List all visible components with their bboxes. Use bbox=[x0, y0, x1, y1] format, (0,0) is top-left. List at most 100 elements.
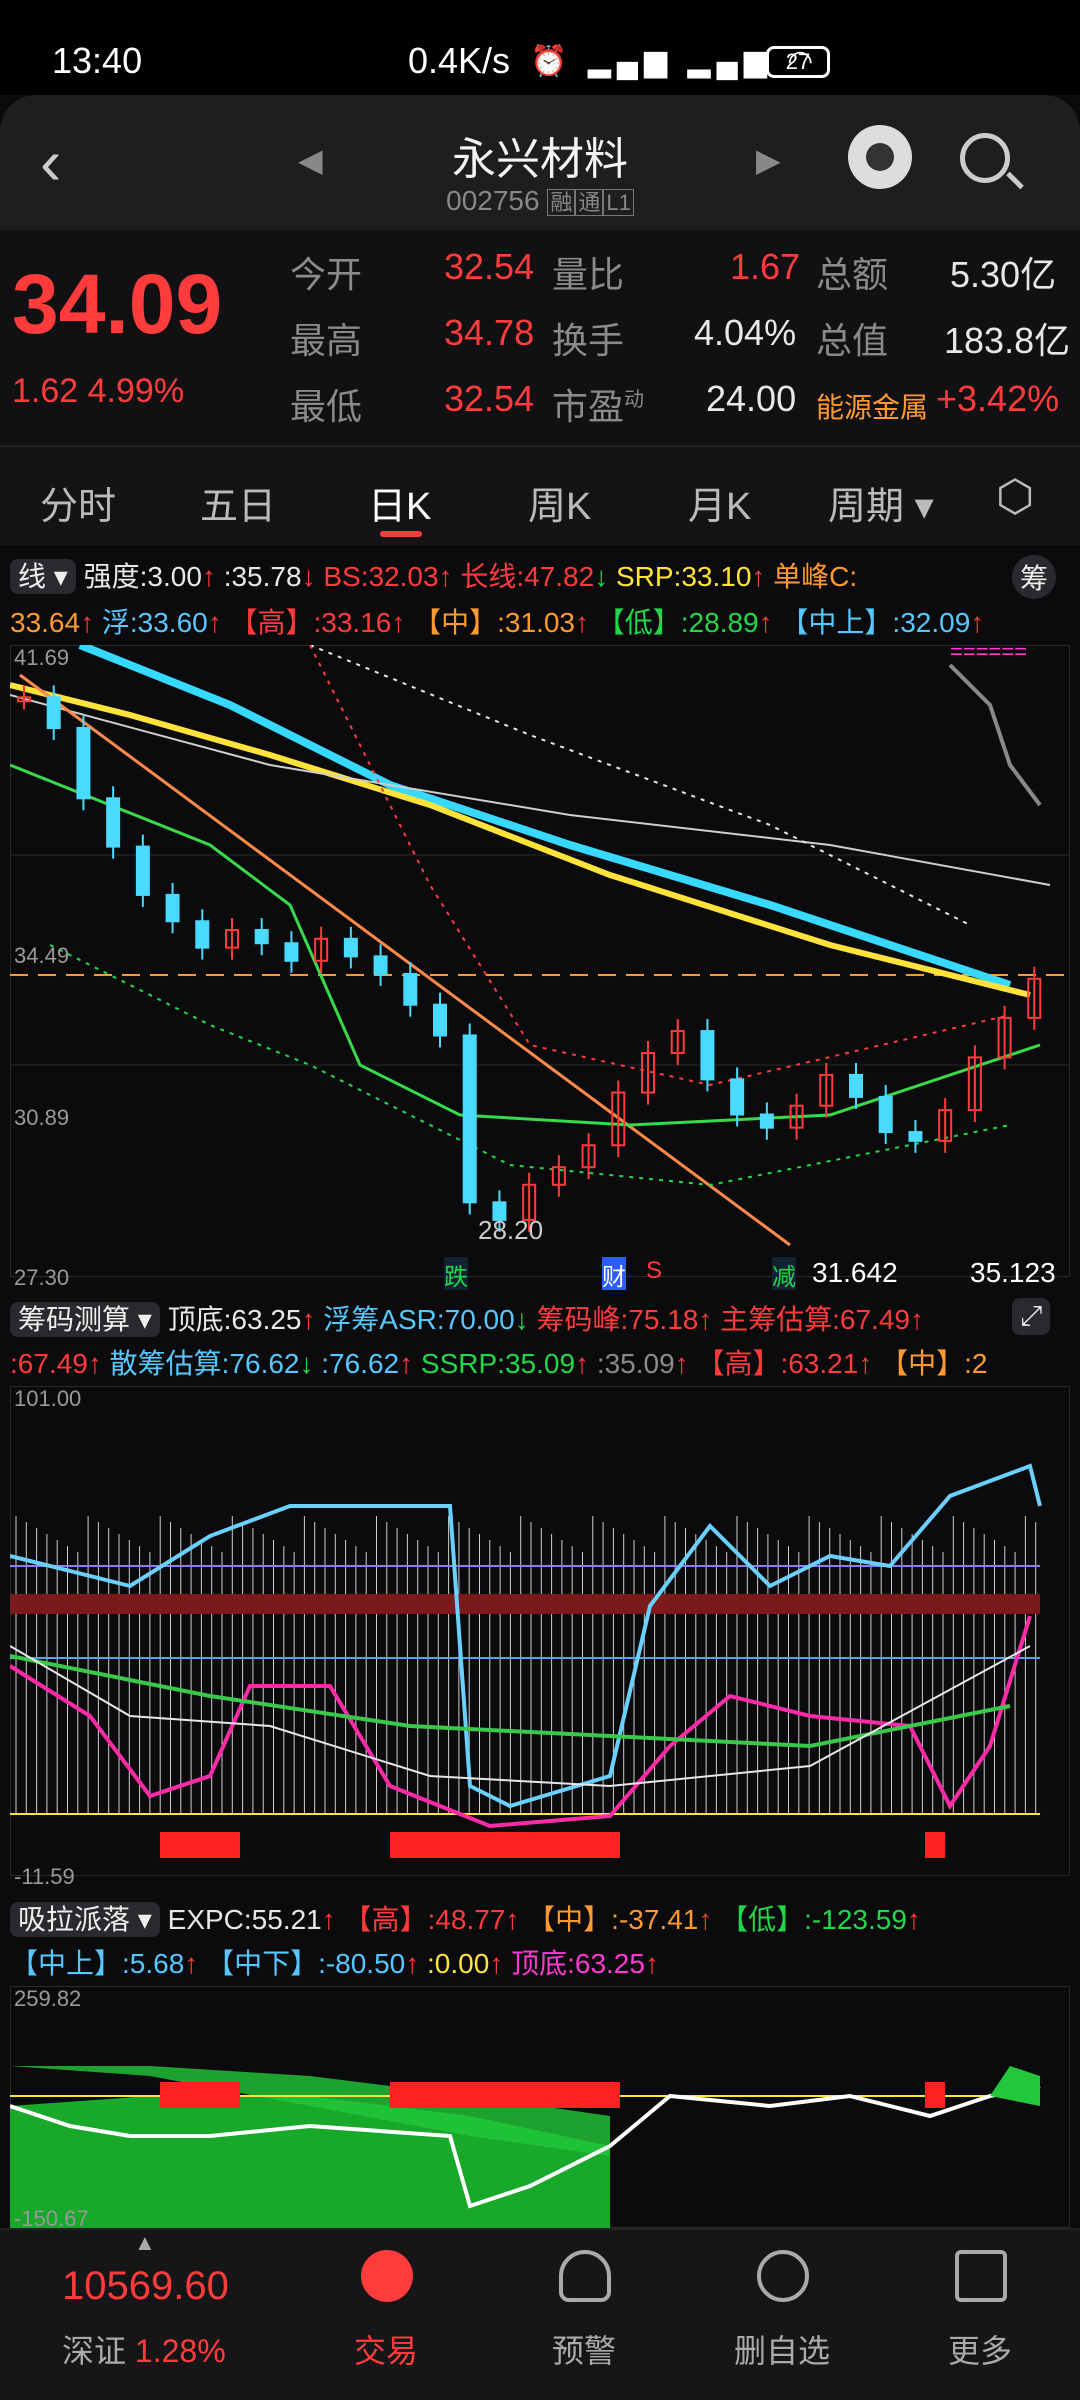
nav-more[interactable]: 更多 bbox=[880, 2230, 1080, 2400]
index-name: 深证 bbox=[62, 2333, 127, 2369]
candle-body bbox=[195, 920, 210, 949]
xlpl-low: 【低】:-123.59 bbox=[720, 1904, 907, 1935]
kline-panel: 线 ▾ 强度:3.00↑ :35.78↓ BS:32.03↑ 长线:47.82↓… bbox=[0, 545, 1080, 1292]
trade-icon bbox=[361, 2250, 413, 2302]
chip-chart[interactable] bbox=[10, 1386, 1070, 1876]
sector-name[interactable]: 能源金属 bbox=[816, 386, 928, 426]
candle-body bbox=[759, 1113, 774, 1129]
nav-remove-watch[interactable]: 删自选 bbox=[682, 2230, 882, 2400]
badge-rong: 融 bbox=[547, 189, 576, 216]
ind-srp: SRP:33.10 bbox=[615, 561, 752, 592]
chip-axis-top: 101.00 bbox=[14, 1386, 82, 1411]
search-icon[interactable] bbox=[960, 133, 1010, 183]
candle-body bbox=[135, 845, 150, 896]
line-selector[interactable]: 线 ▾ bbox=[10, 559, 76, 594]
nav-more-label: 更多 bbox=[947, 2333, 1012, 2369]
candle-body bbox=[254, 929, 269, 945]
bottom-value-1: 31.642 bbox=[812, 1257, 898, 1288]
ind-c-value: 33.64 bbox=[10, 607, 81, 638]
pe-superscript: 动 bbox=[624, 389, 645, 411]
tab-monthly-k[interactable]: 月K bbox=[688, 475, 751, 530]
period-tabs: 分时 五日 日K 周K 月K 周期 ▾ ⬡ bbox=[0, 445, 1080, 545]
status-time: 13:40 bbox=[52, 40, 143, 81]
xlpl-axis-top: 259.82 bbox=[14, 1986, 82, 2011]
axis-bottom: 27.30 bbox=[14, 1265, 70, 1290]
xlpl-row-2: 【中上】:5.68↑ 【中下】:-80.50↑ :0.00↑ 顶底:63.25↑ bbox=[10, 1948, 659, 1979]
candle-body bbox=[730, 1078, 745, 1116]
low-price-label: 28.20 bbox=[478, 1215, 544, 1245]
xlpl-panel: 吸拉派落 ▾ EXPC:55.21↑ 【高】:48.77↑ 【中】:-37.41… bbox=[0, 1890, 1080, 2231]
chip-button[interactable]: 筹 bbox=[1012, 555, 1057, 599]
index-value[interactable]: 10569.60 bbox=[62, 2264, 229, 2309]
candle-body bbox=[284, 942, 299, 962]
tab-weekly-k[interactable]: 周K bbox=[528, 475, 591, 530]
candle-body bbox=[700, 1030, 715, 1081]
candle-body bbox=[343, 937, 358, 958]
xlpl-row-1: 吸拉派落 ▾ EXPC:55.21↑ 【高】:48.77↑ 【中】:-37.41… bbox=[10, 1898, 921, 1938]
chip-main-est: 主筹估算:67.49 bbox=[720, 1304, 910, 1335]
expand-icon[interactable]: ⤢ bbox=[1012, 1298, 1051, 1335]
ind-high: 【高】:33.16 bbox=[229, 607, 392, 638]
label-open: 今开 bbox=[290, 254, 363, 295]
candle-body bbox=[878, 1095, 893, 1134]
grid-icon bbox=[955, 2250, 1007, 2302]
index-pct: 1.28% bbox=[134, 2333, 226, 2369]
bottom-value-2: 35.123 bbox=[970, 1257, 1056, 1288]
stock-code-line: 002756 融通 L1 bbox=[0, 185, 1080, 217]
kline-chart[interactable]: ====== bbox=[10, 645, 1070, 1277]
chip-float-asr: 浮筹ASR:70.00 bbox=[323, 1304, 515, 1335]
chip-main-val: :67.49 bbox=[10, 1348, 88, 1379]
status-speed: 0.4K/s bbox=[408, 40, 511, 81]
change-pct: 4.99% bbox=[87, 372, 185, 410]
nav-alert[interactable]: 预警 bbox=[484, 2230, 684, 2400]
bottom-navigation: ▲ 10569.60 深证 1.28% 交易 预警 删自选 更多 bbox=[0, 2228, 1080, 2400]
settings-icon[interactable]: ⬡ bbox=[996, 471, 1034, 522]
tab-five-day[interactable]: 五日 bbox=[200, 475, 276, 530]
chip-peak: 筹码峰:75.18 bbox=[536, 1304, 699, 1335]
bell-icon bbox=[559, 2250, 611, 2302]
chip-panel: 筹码测算 ▾ 顶底:63.25↑ 浮筹ASR:70.00↓ 筹码峰:75.18↑… bbox=[0, 1290, 1080, 1889]
remove-circle-icon bbox=[757, 2250, 809, 2302]
indicator-row-2: 33.64↑ 浮:33.60↑ 【高】:33.16↑ 【中】:31.03↑ 【低… bbox=[10, 607, 985, 638]
xlpl-selector[interactable]: 吸拉派落 ▾ bbox=[10, 1902, 160, 1937]
xlpl-top-bottom: 顶底:63.25 bbox=[511, 1948, 645, 1979]
xlpl-chart[interactable] bbox=[10, 1986, 1070, 2228]
stock-header: ‹ ◀ 永兴材料 002756 融通 L1 ▶ bbox=[0, 95, 1080, 230]
status-bar: 13:40 0.4K/s ⏰ ▂▄▆ ▂▄▆ ◠ 27 bbox=[0, 0, 1080, 95]
label-vol-ratio: 量比 bbox=[552, 254, 625, 295]
chip-high: 【高】:63.21 bbox=[696, 1348, 859, 1379]
quote-panel: 34.09 1.62 4.99% 今开 32.54 量比 1.67 总额 5.3… bbox=[0, 230, 1080, 445]
ind-bs: BS:32.03 bbox=[323, 561, 439, 592]
xlpl-zero: :0.00 bbox=[427, 1948, 490, 1979]
mascot-icon[interactable] bbox=[848, 125, 912, 189]
candle-body bbox=[908, 1131, 923, 1142]
sector-change[interactable]: +3.42% bbox=[936, 378, 1059, 420]
candle-body bbox=[462, 1034, 477, 1204]
axis-top: 41.69 bbox=[14, 645, 70, 670]
price-change: 1.62 4.99% bbox=[12, 372, 184, 411]
nav-alert-label: 预警 bbox=[551, 2333, 616, 2369]
candle-body bbox=[165, 893, 180, 923]
mark-reduce: 减 bbox=[772, 1257, 796, 1292]
mark-s: S bbox=[646, 1257, 663, 1284]
chip-scatter-val: :76.62 bbox=[321, 1348, 400, 1379]
svg-text:======: ====== bbox=[950, 645, 1027, 664]
next-stock-icon[interactable]: ▶ bbox=[756, 141, 781, 179]
tab-intraday[interactable]: 分时 bbox=[40, 475, 116, 530]
chip-ssrp-val: :35.09 bbox=[596, 1348, 675, 1379]
tab-period[interactable]: 周期 ▾ bbox=[828, 475, 934, 530]
nav-trade[interactable]: 交易 bbox=[286, 2230, 486, 2400]
tab-daily-k[interactable]: 日K bbox=[368, 475, 431, 530]
candle-body bbox=[433, 1003, 447, 1037]
mark-drop: 跌 bbox=[444, 1257, 468, 1292]
axis-lower: 30.89 bbox=[14, 1105, 70, 1130]
index-expand-icon[interactable]: ▲ bbox=[134, 2230, 156, 2256]
ind-single-peak: 单峰C: bbox=[773, 561, 858, 592]
xlpl-high: 【高】:48.77 bbox=[343, 1904, 506, 1935]
value-vol-ratio: 1.67 bbox=[730, 246, 801, 287]
index-info[interactable]: 深证 1.28% bbox=[62, 2326, 226, 2372]
candle-body bbox=[373, 955, 388, 975]
chip-selector[interactable]: 筹码测算 ▾ bbox=[10, 1302, 160, 1337]
value-high: 34.78 bbox=[444, 312, 535, 353]
ind-strength: 强度:3.00 bbox=[83, 561, 202, 592]
